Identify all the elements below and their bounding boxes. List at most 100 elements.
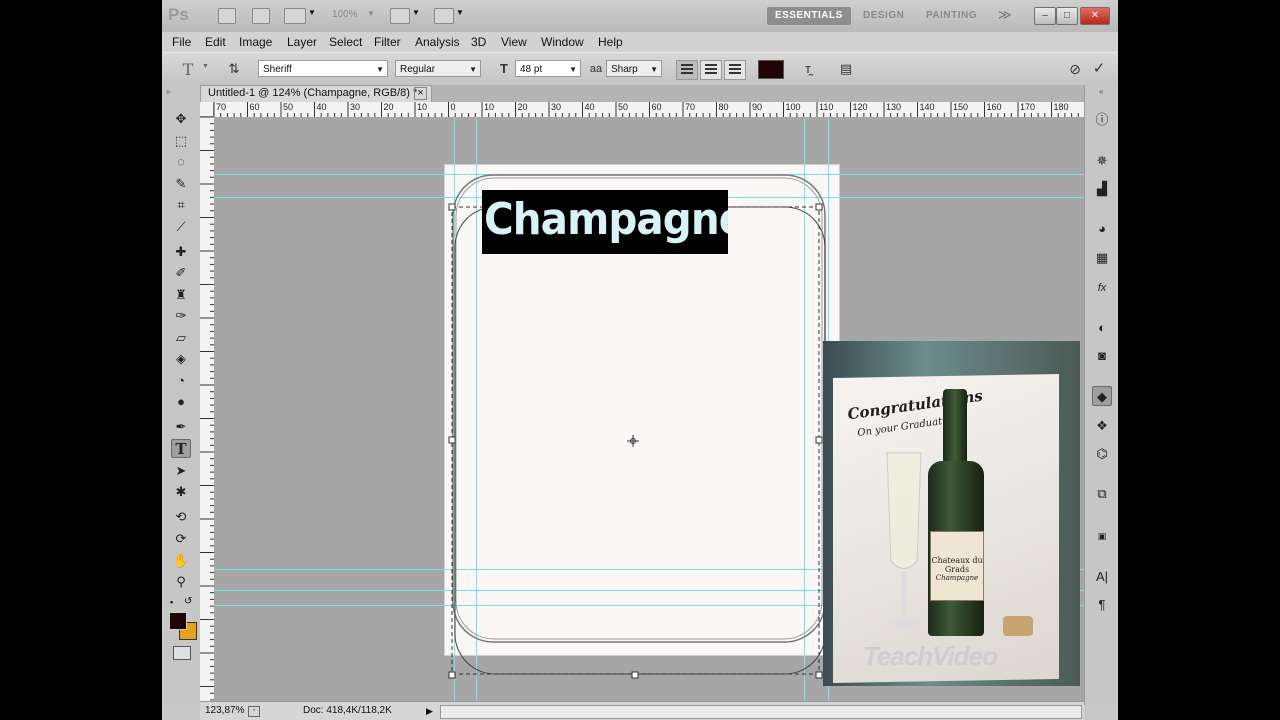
move-tool-icon[interactable]: ✥ [171, 109, 191, 128]
clone-stamp-tool-icon[interactable]: ♜ [171, 285, 191, 304]
menu-select[interactable]: Select [329, 35, 362, 49]
eyedropper-tool-icon[interactable]: ⟋ [171, 217, 191, 236]
3d-orbit-tool-icon[interactable]: ⟳ [171, 529, 191, 548]
workspace-design[interactable]: DESIGN [855, 7, 912, 25]
commit-edits-icon[interactable]: ✓ [1090, 60, 1108, 78]
masks-icon[interactable]: ◙ [1092, 346, 1112, 366]
eraser-tool-icon[interactable]: ▱ [171, 328, 191, 347]
chevron-down-icon[interactable]: ▼ [367, 9, 375, 18]
styles-icon[interactable]: ▦ [1092, 248, 1112, 268]
screen-mode-icon[interactable] [434, 8, 454, 24]
adjustments-icon[interactable]: ◐ [1092, 318, 1112, 338]
menu-image[interactable]: Image [239, 35, 272, 49]
crop-tool-icon[interactable]: ⌗ [171, 195, 191, 214]
menu-analysis[interactable]: Analysis [415, 35, 460, 49]
arrange-documents-icon[interactable] [390, 8, 410, 24]
minimize-button[interactable]: – [1034, 7, 1056, 25]
3d-rotate-tool-icon[interactable]: ⟲ [171, 507, 191, 526]
blur-tool-icon[interactable]: ◔ [171, 371, 191, 390]
mini-bridge-icon[interactable] [252, 8, 270, 24]
ruler-origin[interactable] [200, 102, 214, 117]
close-button[interactable]: ✕ [1080, 7, 1110, 25]
info-icon[interactable]: ⓘ [1092, 110, 1112, 130]
maximize-button[interactable]: □ [1056, 7, 1078, 25]
character-icon[interactable]: A| [1092, 567, 1112, 587]
horizontal-ruler[interactable]: 70 60 50 40 30 20 10 0 10 20 30 40 50 60 70 80 90 100 110 1… [214, 102, 1084, 118]
foreground-color-swatch[interactable] [169, 612, 187, 630]
expand-panels-icon[interactable]: « [1099, 87, 1103, 96]
shape-tool-icon[interactable]: ✱ [171, 482, 191, 501]
menu-view[interactable]: View [501, 35, 527, 49]
reference-point-icon[interactable] [627, 435, 639, 447]
chevron-down-icon[interactable]: ▼ [456, 8, 464, 17]
workspace-essentials[interactable]: ESSENTIALS [767, 7, 851, 25]
menu-help[interactable]: Help [598, 35, 623, 49]
close-tab-icon[interactable]: × [414, 87, 427, 100]
path-selection-tool-icon[interactable]: ➤ [171, 461, 191, 480]
transform-handle[interactable] [631, 671, 639, 679]
align-left-button[interactable] [676, 60, 698, 80]
transform-handle[interactable] [448, 671, 456, 679]
font-style-select[interactable]: Regular ▼ [395, 60, 481, 77]
workspace-painting[interactable]: PAINTING [918, 7, 985, 25]
lasso-tool-icon[interactable]: ◌ [171, 152, 191, 171]
paragraph-icon[interactable]: ¶ [1092, 595, 1112, 615]
pen-tool-icon[interactable]: ✒ [171, 417, 191, 436]
marquee-tool-icon[interactable]: ⬚ [171, 131, 191, 150]
swatches-icon[interactable]: ◕ [1092, 219, 1112, 239]
paint-bucket-tool-icon[interactable]: ◈ [171, 349, 191, 368]
quick-mask-icon[interactable] [173, 646, 191, 660]
text-color-swatch[interactable] [758, 60, 784, 79]
menu-layer[interactable]: Layer [287, 35, 317, 49]
dodge-tool-icon[interactable]: ● [171, 392, 191, 411]
menu-window[interactable]: Window [541, 35, 584, 49]
transform-handle[interactable] [815, 203, 823, 211]
menu-filter[interactable]: Filter [374, 35, 401, 49]
more-workspaces-icon[interactable]: ≫ [998, 7, 1012, 23]
collapse-panel-icon[interactable]: » [166, 87, 170, 96]
histogram-icon[interactable]: ▟ [1092, 179, 1112, 199]
transform-handle[interactable] [448, 436, 456, 444]
menu-file[interactable]: File [172, 35, 191, 49]
chevron-down-icon[interactable]: ▼ [412, 8, 420, 17]
mini-bridge-panel-icon[interactable]: ▣ [1092, 526, 1112, 546]
hand-tool-icon[interactable]: ✋ [171, 551, 191, 570]
align-right-button[interactable] [724, 60, 746, 80]
horizontal-scrollbar[interactable] [440, 705, 1082, 719]
path-outline[interactable] [454, 206, 826, 675]
view-extras-icon[interactable] [284, 8, 306, 24]
zoom-level[interactable]: 100% [332, 9, 358, 20]
zoom-tool-icon[interactable]: ⚲ [171, 572, 191, 591]
preview-icon[interactable]: ◦ [248, 706, 260, 717]
brush-tool-icon[interactable]: ✐ [171, 263, 191, 282]
history-icon[interactable]: ⧉ [1092, 484, 1112, 504]
transform-handle[interactable] [815, 436, 823, 444]
channels-icon[interactable]: ❖ [1092, 416, 1112, 436]
history-brush-tool-icon[interactable]: ✑ [171, 306, 191, 325]
zoom-field[interactable]: 123,87% [205, 702, 244, 720]
navigator-icon[interactable]: ✵ [1092, 151, 1112, 171]
antialias-select[interactable]: Sharp ▼ [606, 60, 662, 77]
default-colors-icon[interactable]: ▪ [170, 597, 173, 607]
status-menu-arrow-icon[interactable]: ▶ [426, 702, 433, 720]
toggle-text-orientation-icon[interactable]: ⇅ [224, 60, 244, 78]
document-tab[interactable]: Untitled-1 @ 124% (Champagne, RGB/8) * × [200, 85, 432, 102]
layers-icon[interactable]: ◆ [1092, 386, 1112, 406]
transform-handle[interactable] [815, 671, 823, 679]
tool-preset-icon[interactable]: T [178, 60, 198, 79]
cancel-edits-icon[interactable]: ⊘ [1066, 60, 1084, 78]
character-panel-icon[interactable]: ▤ [836, 60, 856, 78]
menu-edit[interactable]: Edit [205, 35, 226, 49]
swap-colors-icon[interactable]: ↺ [184, 596, 192, 607]
launch-bridge-icon[interactable] [218, 8, 236, 24]
quick-selection-tool-icon[interactable]: ✎ [171, 174, 191, 193]
chevron-down-icon[interactable]: ▼ [202, 63, 209, 70]
paths-icon[interactable]: ⌬ [1092, 444, 1112, 464]
healing-brush-tool-icon[interactable]: ✚ [171, 242, 191, 261]
champagne-text-layer[interactable]: Champagne [482, 190, 728, 254]
font-size-select[interactable]: 48 pt ▼ [515, 60, 581, 77]
menu-3d[interactable]: 3D [471, 35, 486, 49]
chevron-down-icon[interactable]: ▼ [308, 8, 316, 17]
font-family-select[interactable]: Sheriff ▼ [258, 60, 388, 77]
type-tool-icon[interactable]: T [171, 439, 191, 458]
